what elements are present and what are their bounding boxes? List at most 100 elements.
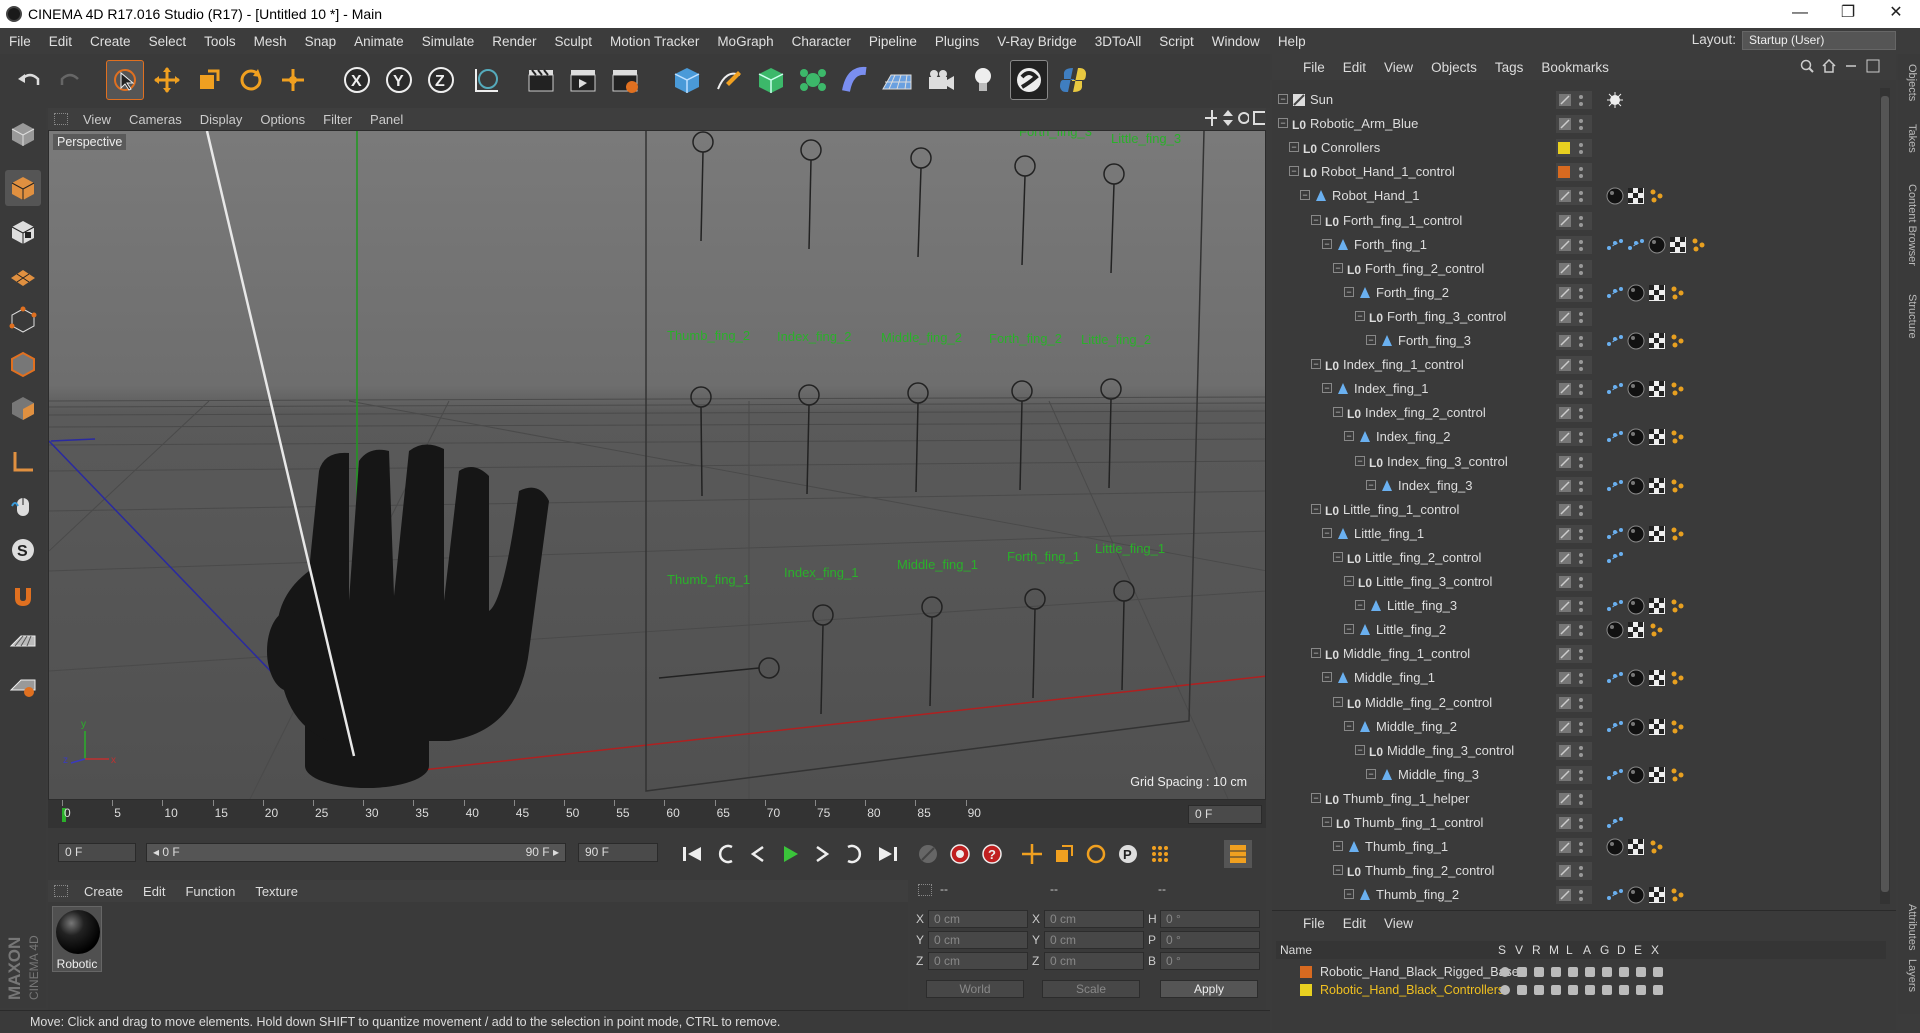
layer-icon[interactable]: [1558, 864, 1572, 878]
layer-menu-edit[interactable]: Edit: [1334, 916, 1375, 931]
expand-toggle-icon[interactable]: −: [1355, 455, 1365, 466]
menu-simulate[interactable]: Simulate: [413, 34, 484, 49]
coordinate-system-button[interactable]: [466, 60, 504, 100]
dots-tag-icon[interactable]: [1648, 187, 1666, 205]
object-row[interactable]: − Thumb_fing_1: [1276, 835, 1876, 859]
menu-select[interactable]: Select: [140, 34, 196, 49]
object-row[interactable]: − Forth_fing_2: [1276, 281, 1876, 305]
x-axis-button[interactable]: X: [338, 60, 376, 100]
ik-tag-icon[interactable]: [1627, 236, 1645, 254]
expand-toggle-icon[interactable]: −: [1344, 889, 1354, 900]
checker-tag-icon[interactable]: [1648, 669, 1666, 687]
add-camera-button[interactable]: [922, 60, 960, 100]
object-row[interactable]: − Forth_fing_1: [1276, 233, 1876, 257]
layer-toggle-icon[interactable]: [1619, 967, 1629, 977]
material-menu-function[interactable]: Function: [175, 884, 245, 899]
object-flags[interactable]: [1556, 235, 1592, 254]
object-name[interactable]: Forth_fing_1_control: [1343, 213, 1462, 228]
checker-tag-icon[interactable]: [1648, 718, 1666, 736]
go-to-end-button[interactable]: [874, 840, 902, 868]
object-row[interactable]: − L0 Robotic_Arm_Blue: [1276, 112, 1876, 136]
checker-tag-icon[interactable]: [1648, 766, 1666, 784]
checker-tag-icon[interactable]: [1627, 187, 1645, 205]
move-tool-button[interactable]: [148, 60, 186, 100]
sphere-tag-icon[interactable]: [1627, 718, 1645, 736]
undo-button[interactable]: [10, 60, 48, 100]
object-flags[interactable]: [1556, 476, 1592, 495]
layer-name[interactable]: Robotic_Hand_Black_Controllers: [1320, 983, 1504, 997]
object-menu-bookmarks[interactable]: Bookmarks: [1532, 60, 1618, 75]
object-name[interactable]: Middle_fing_2_control: [1365, 695, 1492, 710]
visibility-dots-icon[interactable]: [1578, 816, 1584, 830]
menu-help[interactable]: Help: [1269, 34, 1315, 49]
object-name[interactable]: Forth_fing_2_control: [1365, 261, 1484, 276]
autokey-button[interactable]: ?: [978, 840, 1006, 868]
menu-mesh[interactable]: Mesh: [245, 34, 296, 49]
visibility-dots-icon[interactable]: [1578, 623, 1584, 637]
expand-toggle-icon[interactable]: −: [1344, 720, 1354, 731]
object-flags[interactable]: [1556, 669, 1592, 688]
visibility-dots-icon[interactable]: [1578, 455, 1584, 469]
object-name[interactable]: Forth_fing_3: [1398, 333, 1471, 348]
home-icon[interactable]: [1822, 59, 1836, 73]
maximize-button[interactable]: ❐: [1824, 0, 1872, 28]
object-row[interactable]: − Forth_fing_3: [1276, 329, 1876, 353]
layer-toggle-icon[interactable]: [1602, 985, 1612, 995]
next-key-button[interactable]: [840, 840, 868, 868]
expand-toggle-icon[interactable]: −: [1311, 214, 1321, 225]
object-menu-edit[interactable]: Edit: [1334, 60, 1375, 75]
object-row[interactable]: − L0 Middle_fing_2_control: [1276, 691, 1876, 715]
checker-tag-icon[interactable]: [1648, 428, 1666, 446]
ik-tag-icon[interactable]: [1606, 477, 1624, 495]
make-editable-button[interactable]: [5, 116, 41, 152]
tab-takes[interactable]: Takes: [1900, 124, 1918, 153]
object-row[interactable]: − Middle_fing_1: [1276, 666, 1876, 690]
expand-toggle-icon[interactable]: −: [1333, 696, 1343, 707]
object-row[interactable]: − L0 Robot_Hand_1_control: [1276, 160, 1876, 184]
menu-create[interactable]: Create: [81, 34, 140, 49]
sphere-tag-icon[interactable]: [1627, 525, 1645, 543]
key-parameter-button[interactable]: P: [1114, 840, 1142, 868]
object-name[interactable]: Thumb_fing_2: [1376, 887, 1459, 902]
expand-toggle-icon[interactable]: −: [1311, 648, 1321, 659]
ik-tag-icon[interactable]: [1606, 597, 1624, 615]
layer-color-swatch[interactable]: [1558, 166, 1570, 179]
layer-toggle-icon[interactable]: [1653, 985, 1663, 995]
coord-size-field[interactable]: 0 cm: [1044, 910, 1144, 928]
expand-toggle-icon[interactable]: −: [1344, 286, 1354, 297]
layer-icon[interactable]: [1558, 816, 1572, 830]
enable-axis-button[interactable]: [5, 668, 41, 704]
z-axis-button[interactable]: Z: [422, 60, 460, 100]
object-row[interactable]: − L0 Little_fing_2_control: [1276, 546, 1876, 570]
prev-key-button[interactable]: [712, 840, 740, 868]
next-frame-button[interactable]: [808, 840, 836, 868]
object-flags[interactable]: [1556, 332, 1592, 350]
checker-tag-icon[interactable]: [1648, 284, 1666, 302]
visibility-dots-icon[interactable]: [1578, 527, 1584, 541]
vray-button[interactable]: [1010, 60, 1048, 100]
sphere-tag-icon[interactable]: [1627, 477, 1645, 495]
visibility-dots-icon[interactable]: [1578, 334, 1584, 348]
menu-character[interactable]: Character: [783, 34, 860, 49]
layer-icon[interactable]: [1558, 623, 1572, 637]
search-icon[interactable]: [1800, 59, 1814, 73]
checker-tag-icon[interactable]: [1648, 886, 1666, 904]
menu-script[interactable]: Script: [1150, 34, 1203, 49]
expand-toggle-icon[interactable]: −: [1355, 744, 1365, 755]
layer-icon[interactable]: [1558, 551, 1572, 565]
object-name[interactable]: Conrollers: [1321, 140, 1380, 155]
object-flags[interactable]: [1556, 765, 1592, 784]
layer-icon[interactable]: [1558, 334, 1572, 348]
object-name[interactable]: Index_fing_2: [1376, 429, 1450, 444]
object-flags[interactable]: [1556, 404, 1592, 423]
visibility-dots-icon[interactable]: [1578, 599, 1584, 613]
layer-toggle-icon[interactable]: [1568, 985, 1578, 995]
layer-toggle-icon[interactable]: [1551, 967, 1561, 977]
key-position-button[interactable]: [1018, 840, 1046, 868]
layer-toggle-icon[interactable]: [1500, 985, 1510, 995]
visibility-dots-icon[interactable]: [1578, 141, 1584, 155]
layer-name[interactable]: Robotic_Hand_Black_Rigged_Base: [1320, 965, 1519, 979]
play-button[interactable]: [776, 840, 804, 868]
visibility-dots-icon[interactable]: [1578, 792, 1584, 806]
checker-tag-icon[interactable]: [1648, 525, 1666, 543]
